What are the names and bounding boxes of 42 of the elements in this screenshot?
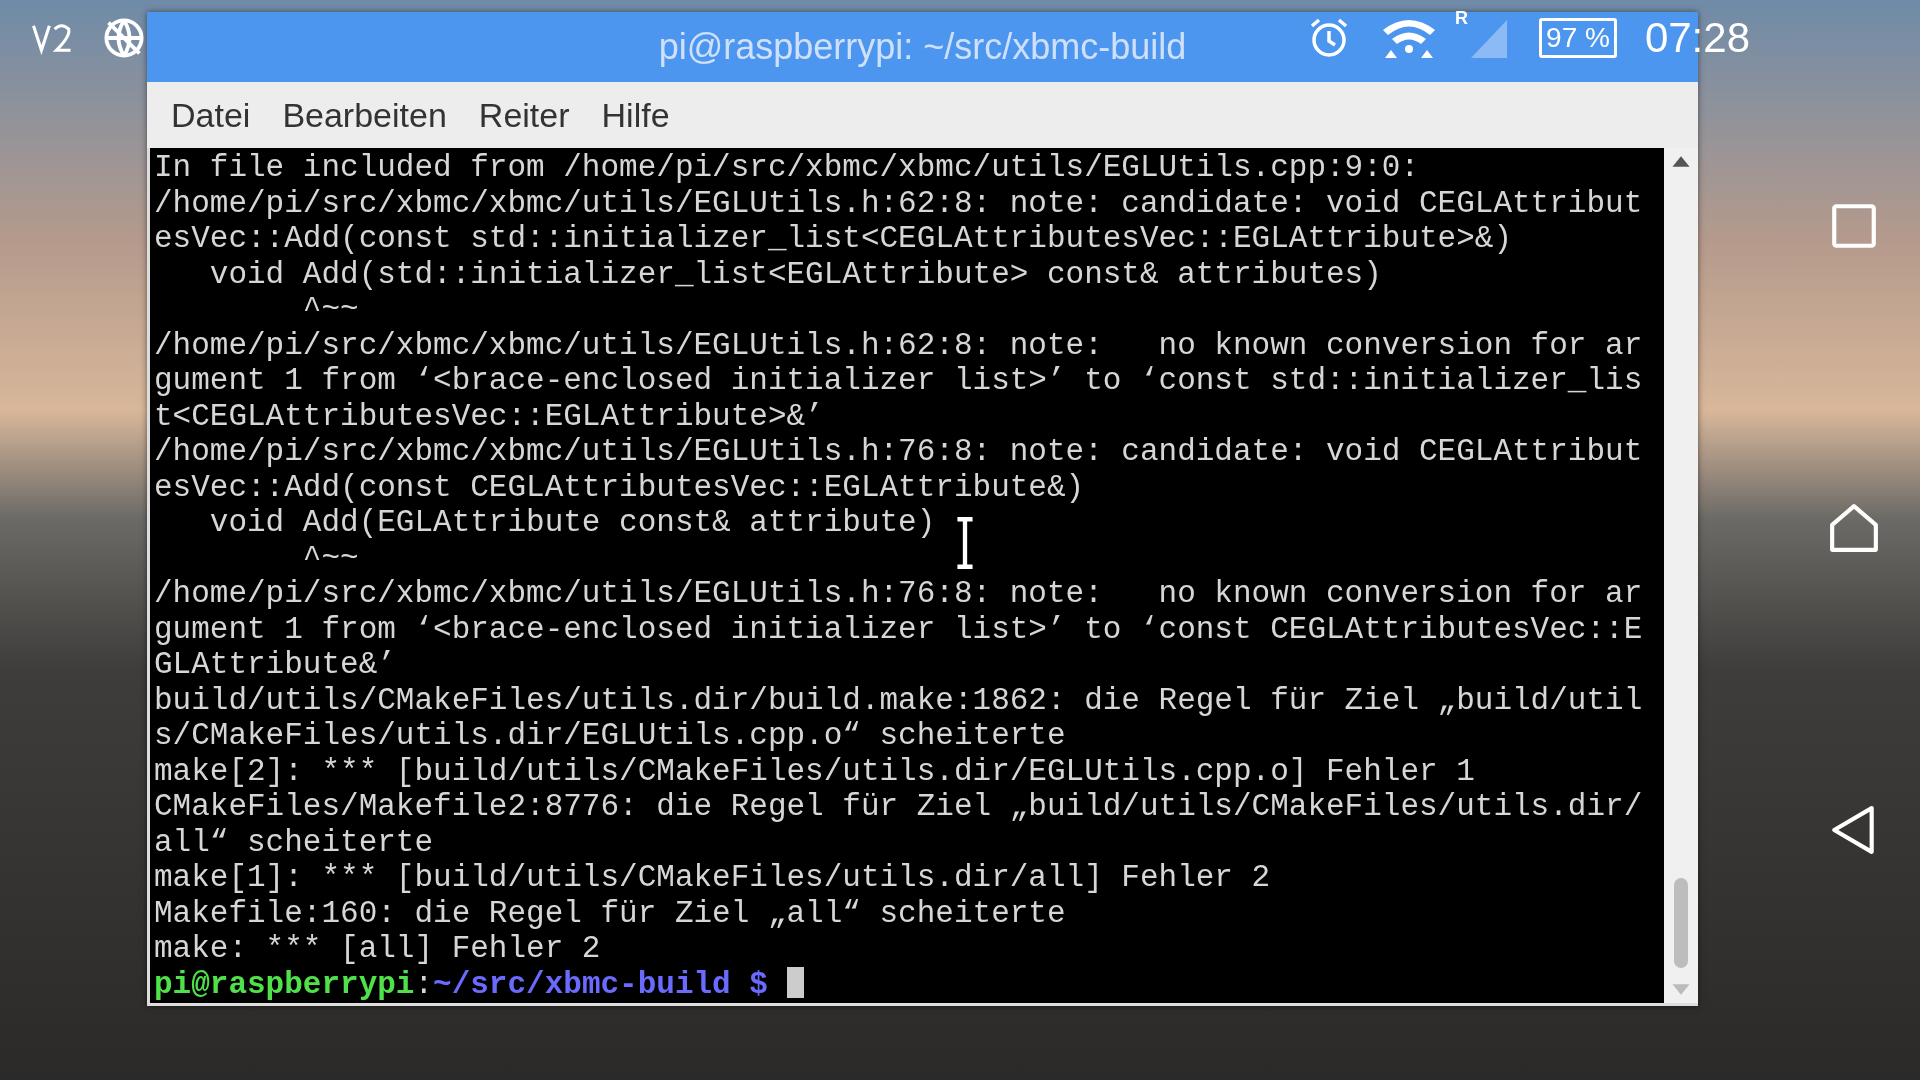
scroll-up-icon[interactable] — [1670, 154, 1692, 169]
scrollbar[interactable] — [1664, 148, 1698, 1003]
terminal-line: build/utils/CMakeFiles/utils.dir/build.make:1862: die Regel für Ziel „build/util — [154, 682, 1643, 718]
terminal-line: make[2]: *** [build/utils/CMakeFiles/utils.dir/EGLUtils.cpp.o] Fehler 1 — [154, 753, 1475, 789]
terminal-line: gument 1 from ‘<brace-enclosed initializer list>’ to ‘const std::initializer_lis — [154, 363, 1643, 399]
terminal-line: all“ scheiterte — [154, 824, 434, 860]
terminal-line: /home/pi/src/xbmc/xbmc/utils/EGLUtils.h:76:8: note: no known conversion for ar — [154, 576, 1643, 612]
battery-indicator: 97 % — [1539, 18, 1617, 58]
terminal-line: ^~~ — [301, 540, 359, 576]
terminal-line: GLAttribute&’ — [154, 647, 396, 683]
prompt-symbol: $ — [749, 966, 768, 1002]
scroll-down-icon[interactable] — [1670, 982, 1692, 997]
terminal-line: esVec::Add(const CEGLAttributesVec::EGLAttribute&) — [154, 469, 1085, 505]
terminal-line: /home/pi/src/xbmc/xbmc/utils/EGLUtils.h:62:8: note: no known conversion for ar — [154, 327, 1643, 363]
terminal-line: s/CMakeFiles/utils.dir/EGLUtils.cpp.o“ scheiterte — [154, 718, 1066, 754]
terminal-line: make[1]: *** [build/utils/CMakeFiles/utils.dir/all] Fehler 2 — [154, 860, 1271, 896]
text-cursor — [786, 966, 804, 998]
terminal-line: /home/pi/src/xbmc/xbmc/utils/EGLUtils.h:62:8: note: candidate: void CEGLAttribut — [154, 185, 1643, 221]
terminal-line: CMakeFiles/Makefile2:8776: die Regel für Ziel „build/utils/CMakeFiles/utils.dir/ — [154, 789, 1643, 825]
terminal-line: /home/pi/src/xbmc/xbmc/utils/EGLUtils.h:76:8: note: candidate: void CEGLAttribut — [154, 434, 1643, 470]
menu-item[interactable]: Reiter — [462, 95, 586, 135]
menu-item[interactable]: Datei — [155, 95, 267, 135]
globe-off-icon — [102, 16, 146, 60]
prompt-user-host: pi@raspberrypi — [154, 966, 415, 1002]
terminal-line: t<CEGLAttributesVec::EGLAttribute>&’ — [154, 398, 824, 434]
menu-item[interactable]: Hilfe — [585, 95, 686, 135]
terminal-line: ^~~ — [301, 292, 359, 328]
terminal-line: Makefile:160: die Regel für Ziel „all“ scheiterte — [154, 895, 1066, 931]
terminal-line: make: *** [all] Fehler 2 — [154, 931, 601, 967]
menu-item[interactable]: Bearbeiten — [266, 95, 463, 135]
terminal-line: void Add(std::initializer_list<EGLAttribute> const& attributes) — [208, 256, 1382, 292]
terminal-line: gument 1 from ‘<brace-enclosed initializer list>’ to ‘const CEGLAttributesVec::E — [154, 611, 1643, 647]
prompt-separator: : — [414, 966, 434, 1002]
text-cursor-icon — [954, 516, 976, 570]
window-title: pi@raspberrypi: ~/src/xbmc-build — [658, 26, 1187, 68]
prompt-path: ~/src/xbmc-build — [433, 966, 731, 1002]
terminal-line: In file included from /home/pi/src/xbmc/xbmc/utils/EGLUtils.cpp:9:0: — [154, 150, 1419, 186]
home-icon[interactable] — [1828, 502, 1880, 554]
terminal-line: void Add(EGLAttribute const& attribute) — [208, 505, 936, 541]
scrollbar-thumb[interactable] — [1674, 878, 1688, 968]
terminal-line: esVec::Add(const std::initializer_list<CEGLAttributesVec::EGLAttribute>&) — [154, 221, 1513, 257]
roaming-indicator: R — [1455, 8, 1469, 29]
